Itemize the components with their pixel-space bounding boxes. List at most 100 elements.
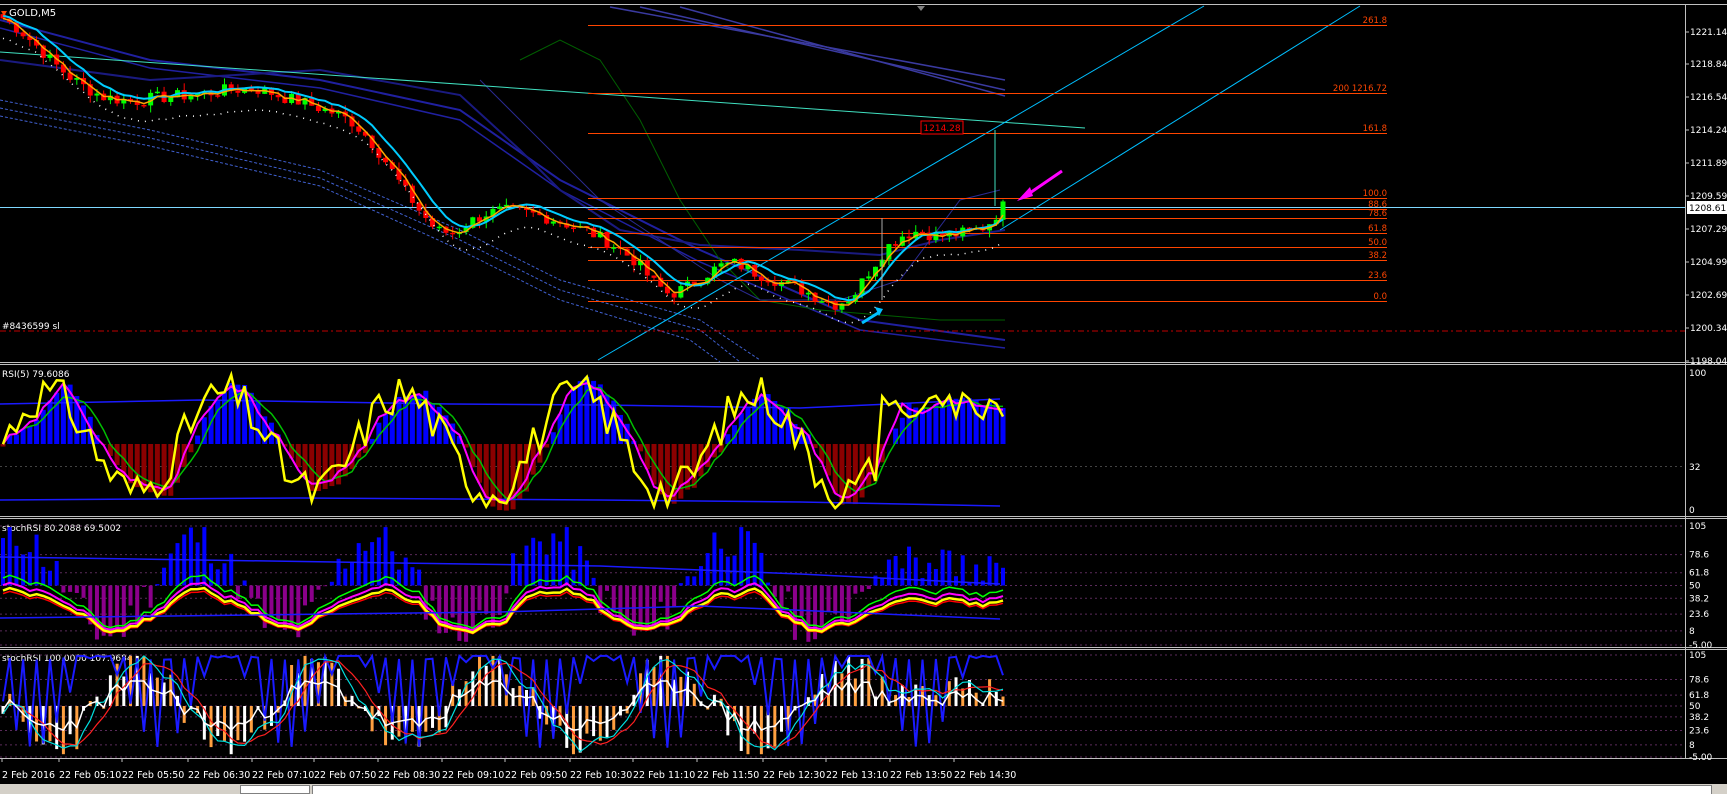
stoch-histogram-bar — [175, 543, 180, 586]
stoch-histogram-bar — [893, 556, 898, 586]
price-tick-label: 1211.89 — [1690, 159, 1727, 169]
stoch-histogram-bar — [860, 585, 865, 592]
price-tick-label: 1214.24 — [1690, 126, 1727, 136]
candle-body — [805, 292, 811, 295]
rsi-tick-label: 0 — [1689, 506, 1695, 516]
stoch-histogram-bar — [74, 585, 79, 593]
fib-level-label: 0.0 — [1373, 292, 1387, 302]
trading-chart[interactable]: 261.8200 1216.72161.8100.088.678.661.850… — [0, 0, 1727, 794]
stoch-histogram-bar — [833, 585, 838, 614]
time-tick-label: 22 Feb 09:50 — [505, 770, 567, 781]
rsi-histogram-bar — [638, 444, 644, 452]
stoch-histogram-bar — [417, 569, 422, 586]
stoch-histogram-bar — [303, 585, 308, 606]
fib-level-label: 100.0 — [1363, 189, 1387, 199]
time-tick-label: 22 Feb 13:10 — [826, 770, 888, 781]
stoch-histogram-bar — [215, 569, 220, 586]
stoch-histogram-bar — [376, 537, 381, 586]
stoch-histogram-bar — [591, 577, 596, 586]
stoch-histogram-bar — [886, 559, 891, 586]
stoch-histogram-bar — [853, 585, 858, 594]
stoch-histogram-bar — [712, 532, 717, 586]
price-tick-label: 1209.59 — [1690, 192, 1727, 202]
candle-body — [235, 90, 241, 93]
stoch-histogram-bar — [41, 566, 46, 586]
stoch-histogram-bar — [148, 585, 153, 608]
price-tick-label: 1200.34 — [1690, 324, 1727, 334]
stoch-histogram-bar — [229, 553, 234, 586]
stoch-histogram-bar — [356, 543, 361, 586]
stoch-histogram-bar — [363, 550, 368, 586]
stoch-histogram-bar — [168, 553, 173, 586]
svg-text:GOLD,M5: GOLD,M5 — [9, 8, 56, 19]
rsi-histogram-bar — [396, 396, 402, 444]
rsi-histogram-bar — [215, 401, 221, 444]
rsi-histogram-bar — [745, 407, 751, 444]
stoch-histogram-bar — [571, 569, 576, 586]
rsi-histogram-bar — [27, 426, 33, 444]
candle-body — [154, 91, 160, 94]
stoch-histogram-bar — [658, 585, 663, 602]
stoch-histogram-bar — [517, 563, 522, 586]
time-tick-label: 22 Feb 14:30 — [954, 770, 1016, 781]
stoch-histogram-bar — [960, 555, 965, 586]
candle-body — [141, 104, 147, 107]
rsi-histogram-bar — [960, 397, 966, 444]
stoch-histogram-bar — [537, 541, 542, 586]
time-tick-label: 22 Feb 08:30 — [378, 770, 440, 781]
stoch-histogram-bar — [81, 585, 86, 598]
stoch-tick-label: 50 — [1689, 702, 1701, 712]
stoch-histogram-bar — [806, 585, 811, 642]
rsi-tick-label: 100 — [1689, 369, 1706, 379]
stoch-histogram-bar — [947, 550, 952, 586]
current-price-value: 1208.61 — [1689, 204, 1726, 214]
stoch-histogram-bar — [927, 562, 932, 586]
chart-tab-active[interactable] — [312, 785, 1712, 794]
stoch-histogram-bar — [54, 561, 59, 586]
stoch-histogram-bar — [155, 584, 160, 586]
stoch-histogram-bar — [1, 538, 5, 586]
stoch-histogram-bar — [605, 585, 610, 591]
price-tick-label: 1216.54 — [1690, 93, 1727, 103]
rsi-histogram-bar — [846, 444, 852, 504]
rsi-histogram-bar — [933, 404, 939, 444]
stoch-histogram-bar — [410, 567, 415, 586]
candle-body — [866, 276, 872, 279]
stoch-histogram-bar — [235, 585, 240, 599]
stoch-histogram-bar — [933, 569, 938, 586]
rsi-histogram-bar — [0, 444, 6, 447]
rsi-histogram-bar — [54, 392, 60, 444]
stoch-histogram-bar — [464, 585, 469, 642]
candle-body — [919, 231, 925, 234]
fib-level-label: 23.6 — [1368, 271, 1387, 281]
candle-body — [416, 202, 422, 211]
stoch-histogram-bar — [477, 585, 482, 611]
time-tick-label: 22 Feb 11:10 — [633, 770, 695, 781]
symbol-label: GOLD,M5 — [1, 8, 56, 19]
stoch-histogram-bar — [141, 585, 146, 587]
stoch-histogram-bar — [987, 556, 992, 586]
candle-body — [20, 32, 26, 37]
stoch-histogram-bar — [115, 585, 120, 628]
stoch-histogram-bar — [766, 582, 771, 586]
stoch-tick-label: 61.8 — [1689, 691, 1709, 701]
candle-body — [570, 227, 576, 229]
stoch-tick-label: -5.00 — [1689, 753, 1713, 763]
rsi-histogram-bar — [691, 444, 697, 488]
candle-body — [168, 97, 174, 102]
stoch-histogram-bar — [34, 534, 39, 586]
stoch-histogram-bar — [531, 537, 536, 586]
rsi-histogram-bar — [577, 381, 583, 444]
stoch-histogram-bar — [329, 581, 334, 586]
stoch-tick-label: 78.6 — [1689, 676, 1709, 686]
time-tick-label: 22 Feb 07:10 — [252, 770, 314, 781]
candle-body — [497, 206, 503, 209]
order-label: #8436599 sl — [2, 322, 60, 332]
stoch-histogram-bar — [390, 551, 395, 586]
stoch-histogram-bar — [470, 585, 475, 633]
stoch-histogram-bar — [349, 562, 354, 586]
fib-level-label: 38.2 — [1368, 251, 1387, 261]
stoch-histogram-bar — [403, 557, 408, 586]
stoch-histogram-bar — [61, 585, 66, 593]
chart-tab-inactive[interactable] — [240, 785, 310, 794]
